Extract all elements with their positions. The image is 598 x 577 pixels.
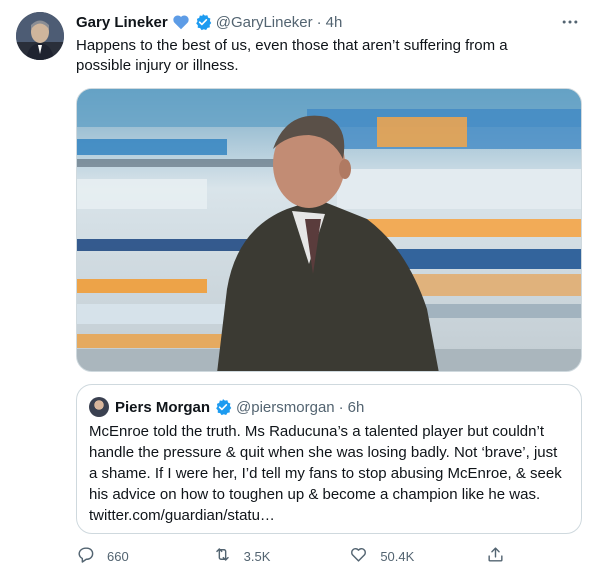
share-icon xyxy=(486,545,505,567)
share-button[interactable] xyxy=(486,545,506,567)
quoted-timestamp: 6h xyxy=(347,398,365,416)
author-name[interactable]: Gary Lineker xyxy=(76,14,168,31)
quoted-tweet[interactable]: Piers Morgan @piersmorgan · 6h McEnroe t… xyxy=(76,384,582,534)
more-icon[interactable] xyxy=(558,12,582,32)
reply-button[interactable]: 660 xyxy=(76,545,176,567)
verified-badge-icon xyxy=(194,13,212,31)
separator-dot: · xyxy=(338,398,344,416)
like-button[interactable]: 50.4K xyxy=(349,545,449,567)
author-handle[interactable]: @GaryLineker xyxy=(216,14,313,31)
quoted-author-handle: @piersmorgan xyxy=(236,398,335,416)
tweet-actions: 660 3.5K 50.4K xyxy=(76,545,506,567)
media-photo xyxy=(77,89,581,371)
tweet-header: Gary Lineker @GaryLineker · 4h xyxy=(76,12,582,32)
quoted-avatar xyxy=(89,397,109,417)
tweet-media-image[interactable] xyxy=(76,88,582,372)
quoted-tweet-text: McEnroe told the truth. Ms Raducuna’s a … xyxy=(89,423,562,524)
verified-badge-icon xyxy=(214,398,232,416)
quoted-tweet-header: Piers Morgan @piersmorgan · 6h xyxy=(89,397,569,417)
tweet[interactable]: Gary Lineker @GaryLineker · 4h Happens t… xyxy=(0,0,598,577)
quoted-author-name: Piers Morgan xyxy=(115,398,211,416)
reply-count: 660 xyxy=(107,548,129,564)
retweet-icon xyxy=(213,545,232,567)
like-count: 50.4K xyxy=(380,548,415,564)
like-icon xyxy=(349,545,368,567)
avatar[interactable] xyxy=(16,12,64,60)
avatar-image xyxy=(16,12,64,60)
tweet-timestamp[interactable]: 4h xyxy=(326,14,343,31)
tweet-text: Happens to the best of us, even those th… xyxy=(76,37,508,74)
blue-heart-icon xyxy=(172,14,190,30)
retweet-count: 3.5K xyxy=(243,548,271,564)
separator-dot: · xyxy=(316,13,322,31)
reply-icon xyxy=(76,545,95,567)
retweet-button[interactable]: 3.5K xyxy=(213,545,313,567)
